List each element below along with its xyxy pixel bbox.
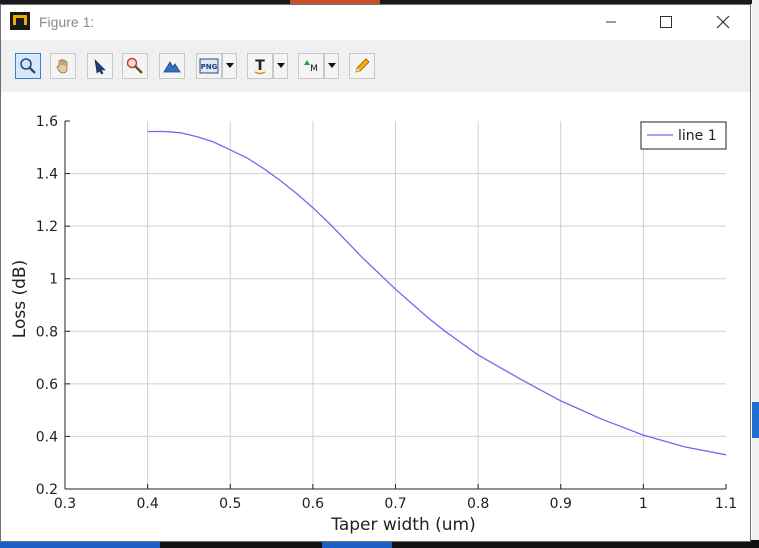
chevron-down-icon <box>327 63 336 68</box>
export-png-button[interactable]: PNG <box>196 53 222 79</box>
y-tick-label: 0.8 <box>36 324 58 340</box>
png-label: PNG <box>201 63 218 71</box>
view-tool-button[interactable] <box>159 53 185 79</box>
x-tick-label: 1 <box>639 496 648 512</box>
x-tick-label: 0.5 <box>219 496 241 512</box>
x-tick-label: 0.3 <box>54 496 76 512</box>
background-app-selection <box>752 402 759 438</box>
magnifier-icon <box>20 58 36 74</box>
app-icon <box>10 12 30 30</box>
zoom-point-tool-button[interactable] <box>122 53 148 79</box>
y-tick-label: 1 <box>49 272 58 288</box>
text-tool-button[interactable]: T <box>247 53 273 79</box>
background-app-panel <box>752 0 759 548</box>
chevron-down-icon <box>276 63 285 68</box>
x-tick-label: 0.7 <box>384 496 406 512</box>
text-tool-label: T <box>255 58 265 74</box>
figure-window: Figure 1: PNG T M 0.3 0.4 0.5 0.6 0.7 0.… <box>0 4 751 542</box>
zoom-tool-button[interactable] <box>15 53 41 79</box>
figure-toolbar: PNG T M <box>1 40 750 92</box>
marker-tool-label: M <box>310 64 318 74</box>
background-app-bottom-highlight <box>322 541 392 548</box>
legend-label: line 1 <box>678 128 717 144</box>
y-tick-label: 0.4 <box>36 429 58 445</box>
text-t-icon: T <box>254 58 266 75</box>
text-tool-dropdown[interactable] <box>273 53 288 79</box>
y-tick-label: 1.6 <box>36 114 58 130</box>
select-tool-button[interactable] <box>87 53 113 79</box>
chevron-down-icon <box>225 63 234 68</box>
arrow-cursor-icon <box>94 59 106 75</box>
minimize-button[interactable] <box>591 9 631 35</box>
x-tick-label: 0.4 <box>136 496 158 512</box>
x-axis-label: Taper width (um) <box>330 515 476 535</box>
y-tick-label: 0.2 <box>36 482 58 498</box>
close-button[interactable] <box>703 9 743 35</box>
export-png-dropdown[interactable] <box>222 53 237 79</box>
line-chart[interactable]: 0.3 0.4 0.5 0.6 0.7 0.8 0.9 1 1.1 0.2 0.4 0.6 0.8 1 1.… <box>1 92 750 541</box>
hand-icon <box>56 59 68 74</box>
pencil-icon <box>355 58 370 73</box>
title-bar[interactable]: Figure 1: <box>1 5 750 38</box>
legend: line 1 <box>640 121 727 150</box>
x-tick-label: 0.9 <box>550 496 572 512</box>
png-icon: PNG <box>199 58 219 74</box>
pan-tool-button[interactable] <box>50 53 76 79</box>
marker-tool-dropdown[interactable] <box>324 53 339 79</box>
plot-area[interactable]: 0.3 0.4 0.5 0.6 0.7 0.8 0.9 1 1.1 0.2 0.4 0.6 0.8 1 1.… <box>1 92 750 541</box>
series-line-1 <box>147 130 727 456</box>
series <box>147 130 727 456</box>
x-tick-label: 1.1 <box>715 496 737 512</box>
maximize-button[interactable] <box>646 9 686 35</box>
edit-tool-button[interactable] <box>349 53 375 79</box>
y-tick-label: 1.4 <box>36 167 58 183</box>
x-tick-label: 0.8 <box>467 496 489 512</box>
background-app-bottom-highlight <box>0 541 160 548</box>
y-tick-label: 1.2 <box>36 219 58 235</box>
marker-tool-button[interactable]: M <box>298 53 324 79</box>
window-title: Figure 1: <box>39 14 95 30</box>
mountain-icon <box>163 61 181 73</box>
y-tick-label: 0.6 <box>36 377 58 393</box>
zoom-brush-icon <box>126 57 143 74</box>
y-axis-label: Loss (dB) <box>10 260 30 338</box>
x-tick-label: 0.6 <box>302 496 324 512</box>
grid <box>65 121 726 489</box>
marker-m-icon: M <box>304 60 318 74</box>
